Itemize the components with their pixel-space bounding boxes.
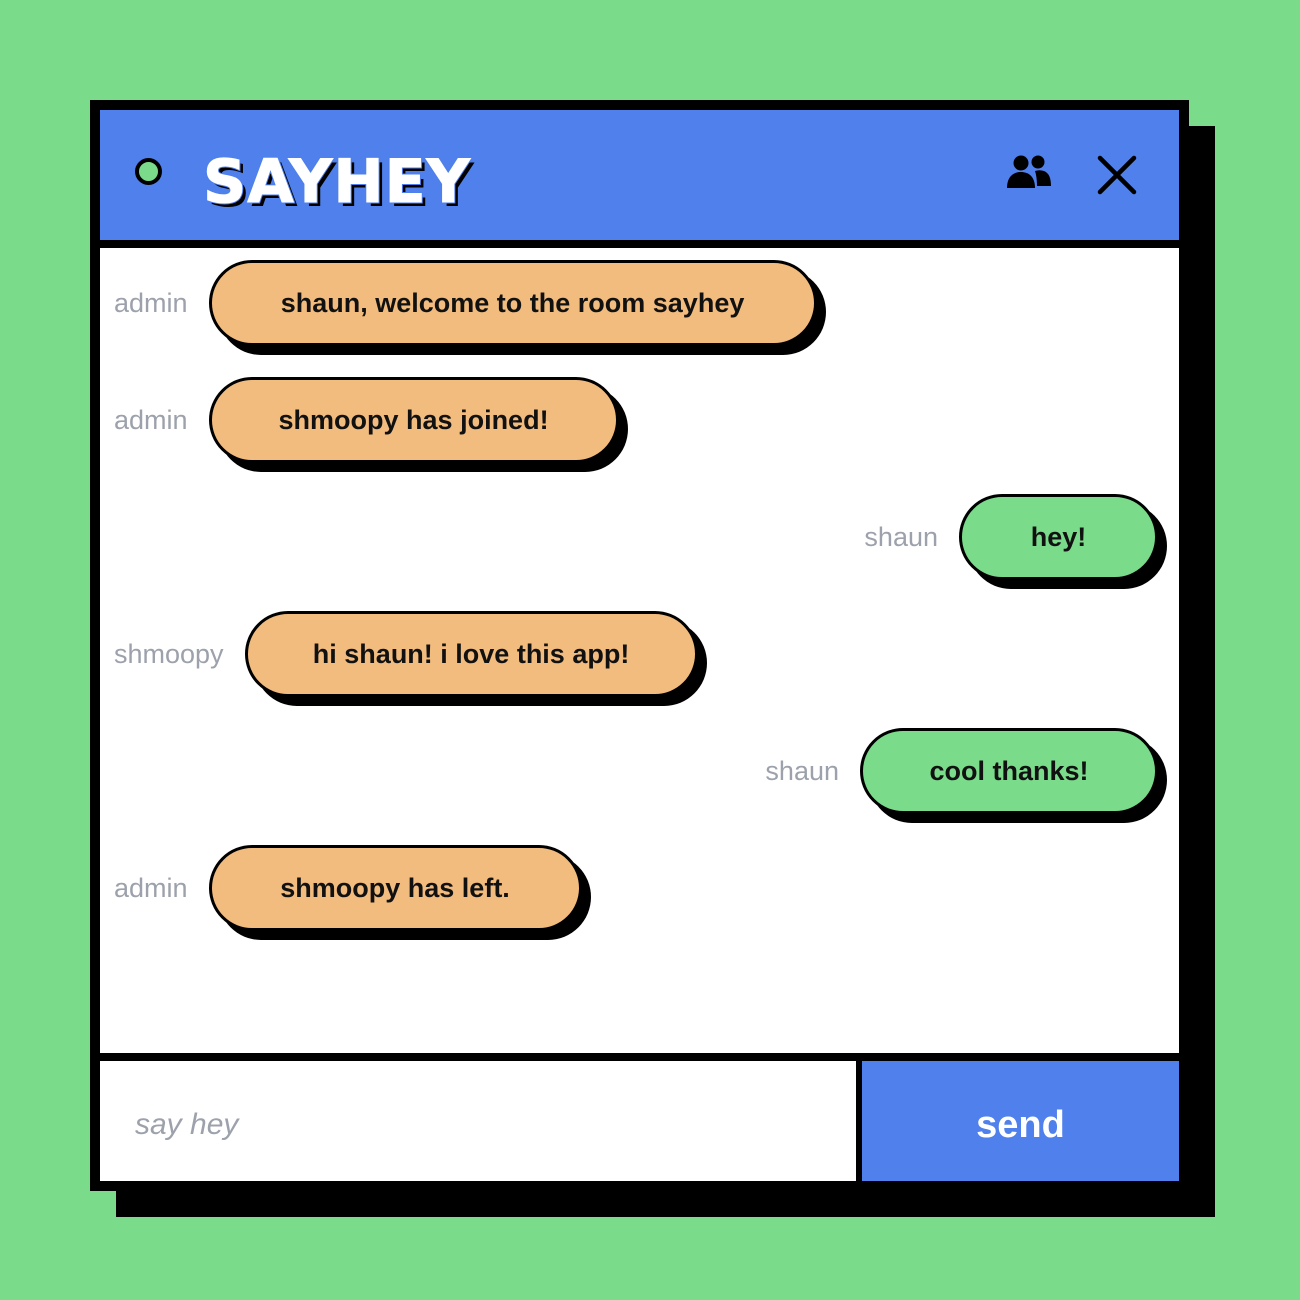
message-bubble: shmoopy has left. [208,845,582,931]
message-sender: admin [114,872,188,903]
message-sender: admin [114,404,188,435]
message-bubble: hi shaun! i love this app! [244,611,698,697]
chat-window: SAYHEY SAYHEY SAYHEY admin shaun, welcom… [90,100,1189,1191]
app-title-outline: SAYHEY [203,147,472,217]
message-sender: shmoopy [114,638,224,669]
close-icon[interactable] [1096,154,1138,196]
message-sender: admin [114,287,188,318]
message-row: admin shmoopy has joined! [114,375,619,465]
message-bubble: shaun, welcome to the room sayhey [208,260,817,346]
message-input[interactable] [100,1061,856,1181]
users-icon[interactable] [1006,154,1052,190]
message-row: admin shmoopy has left. [114,843,582,933]
app-logo: SAYHEY SAYHEY SAYHEY [202,146,475,221]
message-bubble-own: cool thanks! [860,728,1158,814]
message-row: admin shaun, welcome to the room sayhey [114,258,817,348]
message-row: shmoopy hi shaun! i love this app! [114,609,698,699]
message-bubble-own: hey! [959,494,1158,580]
message-bubble: shmoopy has joined! [208,377,619,463]
online-dot-icon [135,158,162,185]
send-button[interactable]: send [856,1061,1179,1181]
message-sender: shaun [765,755,839,786]
chat-header: SAYHEY SAYHEY SAYHEY [100,110,1179,248]
message-row-own: shaun hey! [864,492,1158,582]
message-row-own: shaun cool thanks! [765,726,1158,816]
message-list[interactable]: admin shaun, welcome to the room sayhey … [100,248,1179,1048]
composer: send [100,1053,1179,1181]
message-sender: shaun [864,521,938,552]
